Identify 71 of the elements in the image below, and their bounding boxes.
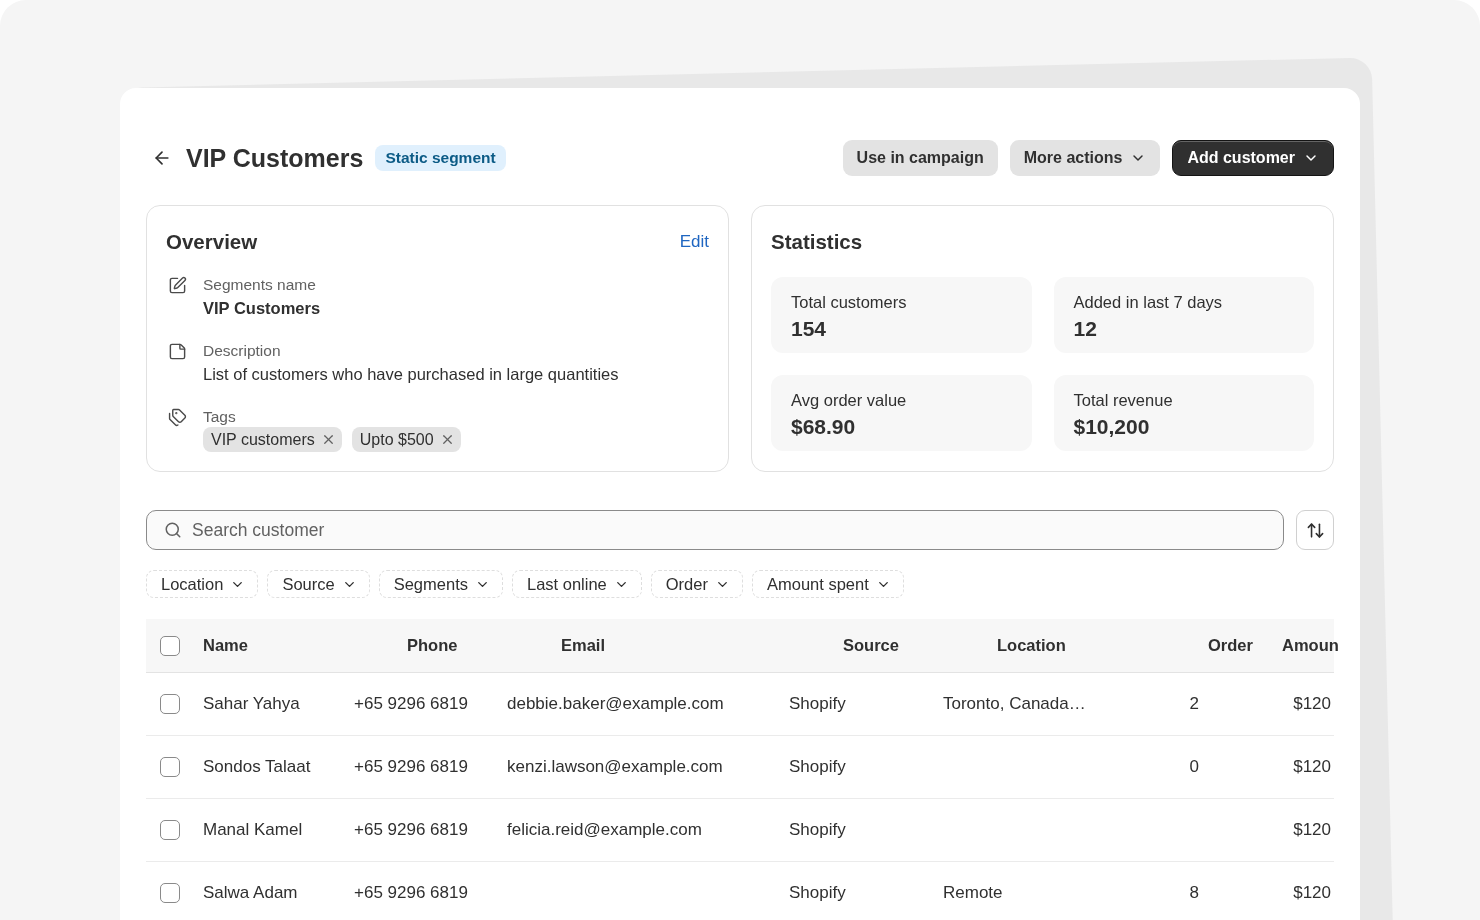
filter-dropdown[interactable]: Segments <box>378 570 503 598</box>
filter-dropdown[interactable]: Location <box>146 570 259 598</box>
action-button[interactable]: Use in campaign <box>842 140 998 176</box>
row-checkbox[interactable] <box>160 757 180 777</box>
table-cell-text: Shopify <box>788 820 847 840</box>
row-checkbox[interactable] <box>160 820 180 840</box>
table-cell-text: +65 9296 6819 <box>353 883 469 903</box>
card-title: Statistics <box>771 230 863 254</box>
row-checkbox[interactable] <box>160 694 180 714</box>
stat-label: Avg order value <box>791 390 908 411</box>
tag-label: Upto $500 <box>359 430 434 449</box>
tags-icon <box>168 408 187 427</box>
search-icon <box>164 521 182 539</box>
table-cell-text: Toronto, Canada… <box>942 694 1087 714</box>
field-value: VIP Customers <box>203 298 322 319</box>
sort-button[interactable] <box>1296 510 1334 550</box>
table-cell-text: 8 <box>1188 883 1200 903</box>
filter-dropdown[interactable]: Source <box>267 570 370 598</box>
sort-arrows-icon <box>1305 520 1325 540</box>
table-cell-text: +65 9296 6819 <box>353 820 469 840</box>
column-header: Phone <box>406 636 459 655</box>
stat-value: $10,200 <box>1073 414 1151 440</box>
segment-badge: Static segment <box>375 145 506 171</box>
table-cell-text: $120 <box>1292 883 1332 903</box>
table-cell-text: Shopify <box>788 694 847 714</box>
edit-note-icon <box>168 276 187 295</box>
table-cell-text: 2 <box>1188 694 1200 714</box>
stat-value: 154 <box>791 316 828 342</box>
table-cell-text: Shopify <box>788 883 847 903</box>
table-cell-text: $120 <box>1292 757 1332 777</box>
filter-dropdown[interactable]: Order <box>650 570 743 598</box>
select-all-checkbox[interactable] <box>160 635 180 656</box>
table-cell-text: Sondos Talaat <box>202 757 312 777</box>
column-header: Email <box>560 636 607 655</box>
table-cell-text: $120 <box>1292 694 1332 714</box>
table-cell-text: +65 9296 6819 <box>353 757 469 777</box>
stat-label: Total revenue <box>1073 390 1174 411</box>
action-button[interactable]: More actions <box>1009 140 1161 176</box>
column-header: Location <box>996 636 1067 655</box>
card-title: Overview <box>166 230 258 254</box>
search-field[interactable]: Search customer <box>146 510 1284 550</box>
row-checkbox[interactable] <box>160 883 180 903</box>
table-cell-text: $120 <box>1292 820 1332 840</box>
stat-label: Added in last 7 days <box>1073 292 1224 313</box>
field-label: Description <box>203 341 282 361</box>
edit-link[interactable]: Edit <box>679 232 709 252</box>
table-cell-text: Shopify <box>788 757 847 777</box>
stat-value: 12 <box>1073 316 1098 342</box>
stat-label: Total customers <box>791 292 908 313</box>
field-value: List of customers who have purchased in large quantities <box>203 364 620 385</box>
table-cell-text: Remote <box>942 883 1004 903</box>
table-cell-text: Sahar Yahya <box>202 694 301 714</box>
page-title: VIP Customers <box>186 143 364 173</box>
table-cell-text: debbie.baker@example.com <box>506 694 725 714</box>
stat-value: $68.90 <box>791 414 857 440</box>
table-cell-text: kenzi.lawson@example.com <box>506 757 724 777</box>
field-label: Tags <box>203 407 237 427</box>
field-label: Segments name <box>203 275 317 295</box>
table-cell-text: 0 <box>1188 757 1200 777</box>
column-header: Name <box>202 636 249 655</box>
table-cell-text: +65 9296 6819 <box>353 694 469 714</box>
tag-label: VIP customers <box>211 430 315 449</box>
table-cell-text: felicia.reid@example.com <box>506 820 703 840</box>
filter-dropdown[interactable]: Last online <box>511 570 642 598</box>
table-cell-text: Salwa Adam <box>202 883 299 903</box>
column-header: Source <box>842 636 900 655</box>
primary-action-button[interactable]: Add customer <box>1172 140 1334 176</box>
filter-dropdown[interactable]: Amount spent <box>751 570 904 598</box>
table-cell-text: Manal Kamel <box>202 820 304 840</box>
column-header: Order <box>1207 636 1254 655</box>
note-icon <box>168 342 187 361</box>
